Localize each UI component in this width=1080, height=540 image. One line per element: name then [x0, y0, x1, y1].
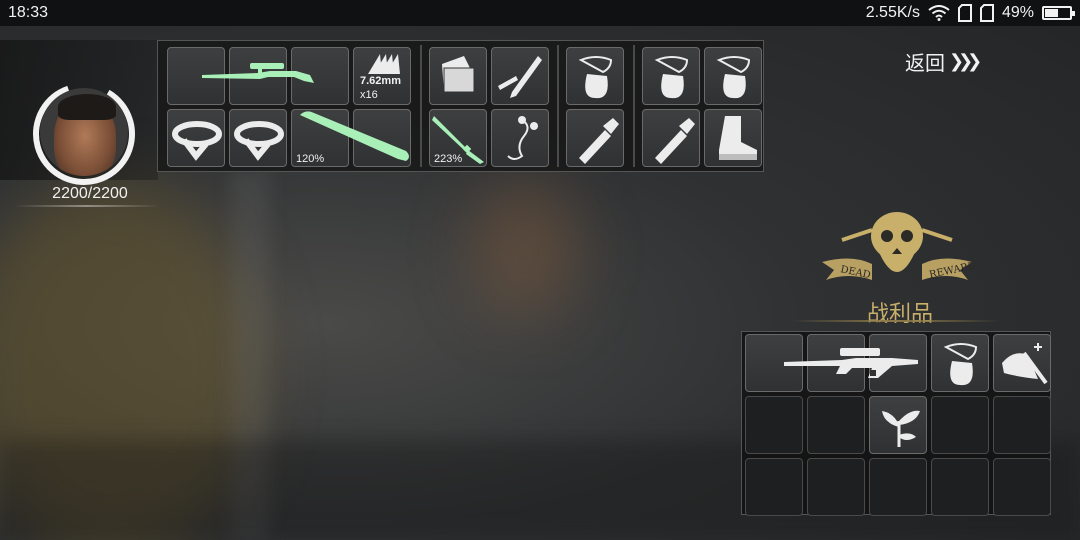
- loot-title-underline: [790, 320, 1000, 322]
- pouch-icon: [716, 56, 751, 99]
- flashlight-slot-2[interactable]: [642, 109, 700, 167]
- tool-slot-pen[interactable]: [491, 47, 549, 105]
- hp-text: 2200/2200: [52, 185, 128, 202]
- ammo-slot[interactable]: 7.62mm x16: [353, 47, 411, 105]
- pen-icon: [498, 56, 542, 98]
- bandage-icon: [234, 121, 284, 161]
- wallet-icon: [442, 56, 475, 93]
- background-blur-center: [470, 180, 580, 320]
- group-divider: [633, 45, 635, 167]
- wifi-icon: [928, 5, 950, 21]
- loot-slot[interactable]: [869, 396, 927, 454]
- sim-card-2-icon: [979, 4, 994, 22]
- loot-grid: [741, 331, 1051, 516]
- chevron-right-icon: ❯❯❯: [949, 50, 982, 71]
- pouch-slot-1[interactable]: [566, 47, 624, 105]
- sniper-rifle-icon: [202, 63, 314, 83]
- loot-slot[interactable]: [931, 334, 989, 392]
- loot-slot-empty[interactable]: [745, 458, 803, 516]
- pouch-icon: [654, 56, 689, 99]
- loot-slot[interactable]: [993, 334, 1051, 392]
- boot-slot[interactable]: [704, 109, 762, 167]
- battery-percent: 49%: [1001, 4, 1034, 21]
- loot-slot-empty[interactable]: [745, 396, 803, 454]
- status-right: 2.55K/s 49%: [865, 4, 1075, 22]
- bandage-slot-1[interactable]: [167, 109, 225, 167]
- status-time: 18:33: [8, 4, 49, 21]
- return-button[interactable]: 返回 ❯❯❯: [905, 48, 982, 75]
- loot-slot-empty[interactable]: [931, 396, 989, 454]
- tool-slot-earphones[interactable]: [491, 109, 549, 167]
- group-divider: [420, 45, 422, 167]
- earphones-icon: [507, 116, 538, 160]
- loot-slot-empty[interactable]: [931, 458, 989, 516]
- axe-icon: [1002, 343, 1048, 385]
- baseball-bat-icon: [300, 111, 409, 161]
- flashlight-slot-1[interactable]: [566, 109, 624, 167]
- tool-slot-wallet[interactable]: [429, 47, 487, 105]
- ammo-caliber: 7.62mm: [360, 75, 401, 87]
- ammo-count: x16: [360, 89, 378, 101]
- herb-icon: [882, 410, 920, 447]
- bandage-slot-2[interactable]: [229, 109, 287, 167]
- equipment-panel: 7.62mm x16 120% 223%: [157, 40, 764, 172]
- hp-underline: [14, 205, 160, 207]
- boot-icon: [719, 116, 757, 160]
- melee-slot-knife[interactable]: 223%: [429, 109, 487, 167]
- avatar[interactable]: [40, 88, 128, 176]
- net-speed: 2.55K/s: [865, 4, 920, 21]
- bandage-icon: [172, 121, 222, 161]
- group-divider: [557, 45, 559, 167]
- skull-emblem-icon: DEAD REWARD: [822, 212, 977, 281]
- flashlight-icon: [579, 118, 619, 164]
- pouch-icon: [943, 343, 978, 386]
- sniper-rifle-icon: [784, 348, 918, 378]
- pouch-slot-2[interactable]: [642, 47, 700, 105]
- loot-slot-empty[interactable]: [807, 396, 865, 454]
- loot-slot-empty[interactable]: [993, 396, 1051, 454]
- pouch-icon: [578, 56, 613, 99]
- loot-slot-empty[interactable]: [869, 458, 927, 516]
- battery-icon: [1042, 6, 1075, 20]
- flashlight-icon: [655, 118, 695, 164]
- status-bar: 18:33 2.55K/s 49%: [0, 0, 1080, 26]
- loot-title: 战利品: [866, 301, 933, 326]
- loot-slot-empty[interactable]: [993, 458, 1051, 516]
- sim-card-icon: [957, 4, 972, 22]
- knife-durability: 223%: [434, 153, 463, 165]
- pouch-slot-3[interactable]: [704, 47, 762, 105]
- return-label: 返回: [905, 52, 945, 75]
- loot-slot-empty[interactable]: [807, 458, 865, 516]
